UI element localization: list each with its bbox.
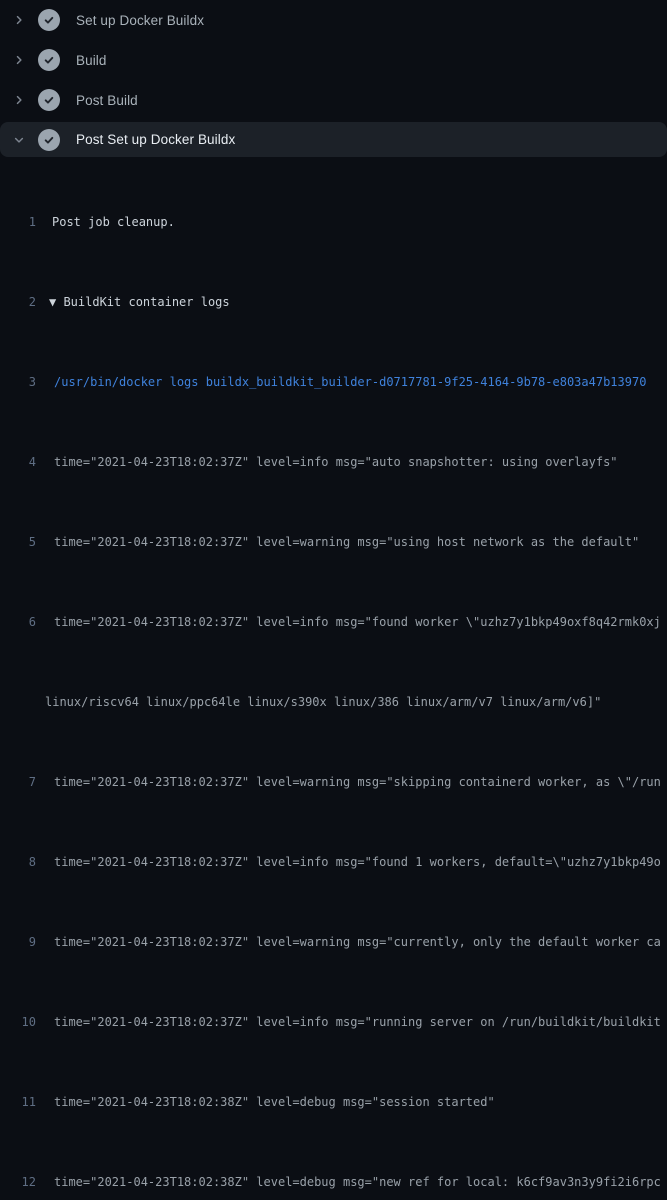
log-line: 3 /usr/bin/docker logs buildx_buildkit_b…: [0, 372, 667, 392]
log-line-number[interactable]: 3: [0, 372, 36, 392]
log-line: 1 Post job cleanup.: [0, 212, 667, 232]
log-line-text: time="2021-04-23T18:02:37Z" level=warnin…: [54, 932, 661, 952]
log-line-text: time="2021-04-23T18:02:37Z" level=warnin…: [54, 532, 639, 552]
actions-log-panel: Set up Docker Buildx Build Post Build Po…: [0, 0, 667, 1200]
log-line-number[interactable]: 11: [0, 1092, 36, 1112]
log-line: 5 time="2021-04-23T18:02:37Z" level=warn…: [0, 532, 667, 552]
step-label: Post Build: [76, 93, 138, 108]
log-line: 8 time="2021-04-23T18:02:37Z" level=info…: [0, 852, 667, 872]
log-line-text: time="2021-04-23T18:02:37Z" level=warnin…: [54, 772, 661, 792]
log-line-number[interactable]: 6: [0, 612, 36, 632]
step-label: Build: [76, 53, 107, 68]
log-line: linux/riscv64 linux/ppc64le linux/s390x …: [0, 692, 667, 712]
chevron-right-icon: [12, 53, 26, 67]
step-label: Set up Docker Buildx: [76, 13, 204, 28]
step-label: Post Set up Docker Buildx: [76, 132, 235, 147]
step-row-set-up-docker-buildx[interactable]: Set up Docker Buildx: [0, 0, 667, 40]
check-circle-icon: [38, 129, 60, 151]
step-row-post-set-up-docker-buildx[interactable]: Post Set up Docker Buildx: [0, 122, 667, 157]
chevron-right-icon: [12, 93, 26, 107]
chevron-right-icon: [12, 13, 26, 27]
log-line-number[interactable]: 7: [0, 772, 36, 792]
log-line-number[interactable]: 9: [0, 932, 36, 952]
log-viewer: 1 Post job cleanup. 2 ▼ BuildKit contain…: [0, 157, 667, 1200]
check-circle-icon: [38, 89, 60, 111]
log-line-text: ▼ BuildKit container logs: [49, 292, 230, 312]
log-line-number[interactable]: 1: [0, 212, 36, 232]
log-line-text: time="2021-04-23T18:02:38Z" level=debug …: [54, 1092, 495, 1112]
log-line-number[interactable]: 5: [0, 532, 36, 552]
step-list: Set up Docker Buildx Build Post Build Po…: [0, 0, 667, 157]
log-line: 4 time="2021-04-23T18:02:37Z" level=info…: [0, 452, 667, 472]
log-line-number[interactable]: 8: [0, 852, 36, 872]
chevron-down-icon: [12, 133, 26, 147]
log-line: 11 time="2021-04-23T18:02:38Z" level=deb…: [0, 1092, 667, 1112]
log-line-text: linux/riscv64 linux/ppc64le linux/s390x …: [45, 692, 601, 712]
log-line-text: time="2021-04-23T18:02:37Z" level=info m…: [54, 1012, 661, 1032]
log-line: 12 time="2021-04-23T18:02:38Z" level=deb…: [0, 1172, 667, 1192]
step-row-build[interactable]: Build: [0, 40, 667, 80]
check-circle-icon: [38, 9, 60, 31]
log-line-text: Post job cleanup.: [52, 212, 175, 232]
log-line-text: time="2021-04-23T18:02:37Z" level=info m…: [54, 452, 618, 472]
log-line-text: /usr/bin/docker logs buildx_buildkit_bui…: [54, 372, 646, 392]
log-line: 6 time="2021-04-23T18:02:37Z" level=info…: [0, 612, 667, 632]
log-line-number[interactable]: 4: [0, 452, 36, 472]
log-line-number[interactable]: 2: [0, 292, 36, 312]
log-line-number[interactable]: 10: [0, 1012, 36, 1032]
log-line-text: time="2021-04-23T18:02:37Z" level=info m…: [54, 852, 661, 872]
log-line: 7 time="2021-04-23T18:02:37Z" level=warn…: [0, 772, 667, 792]
log-line-number[interactable]: 12: [0, 1172, 36, 1192]
log-line: 9 time="2021-04-23T18:02:37Z" level=warn…: [0, 932, 667, 952]
step-row-post-build[interactable]: Post Build: [0, 80, 667, 120]
log-group-header[interactable]: 2 ▼ BuildKit container logs: [0, 292, 667, 312]
log-line-text: time="2021-04-23T18:02:38Z" level=debug …: [54, 1172, 661, 1192]
log-line-text: time="2021-04-23T18:02:37Z" level=info m…: [54, 612, 661, 632]
log-line: 10 time="2021-04-23T18:02:37Z" level=inf…: [0, 1012, 667, 1032]
log-line-number: [0, 692, 36, 712]
check-circle-icon: [38, 49, 60, 71]
